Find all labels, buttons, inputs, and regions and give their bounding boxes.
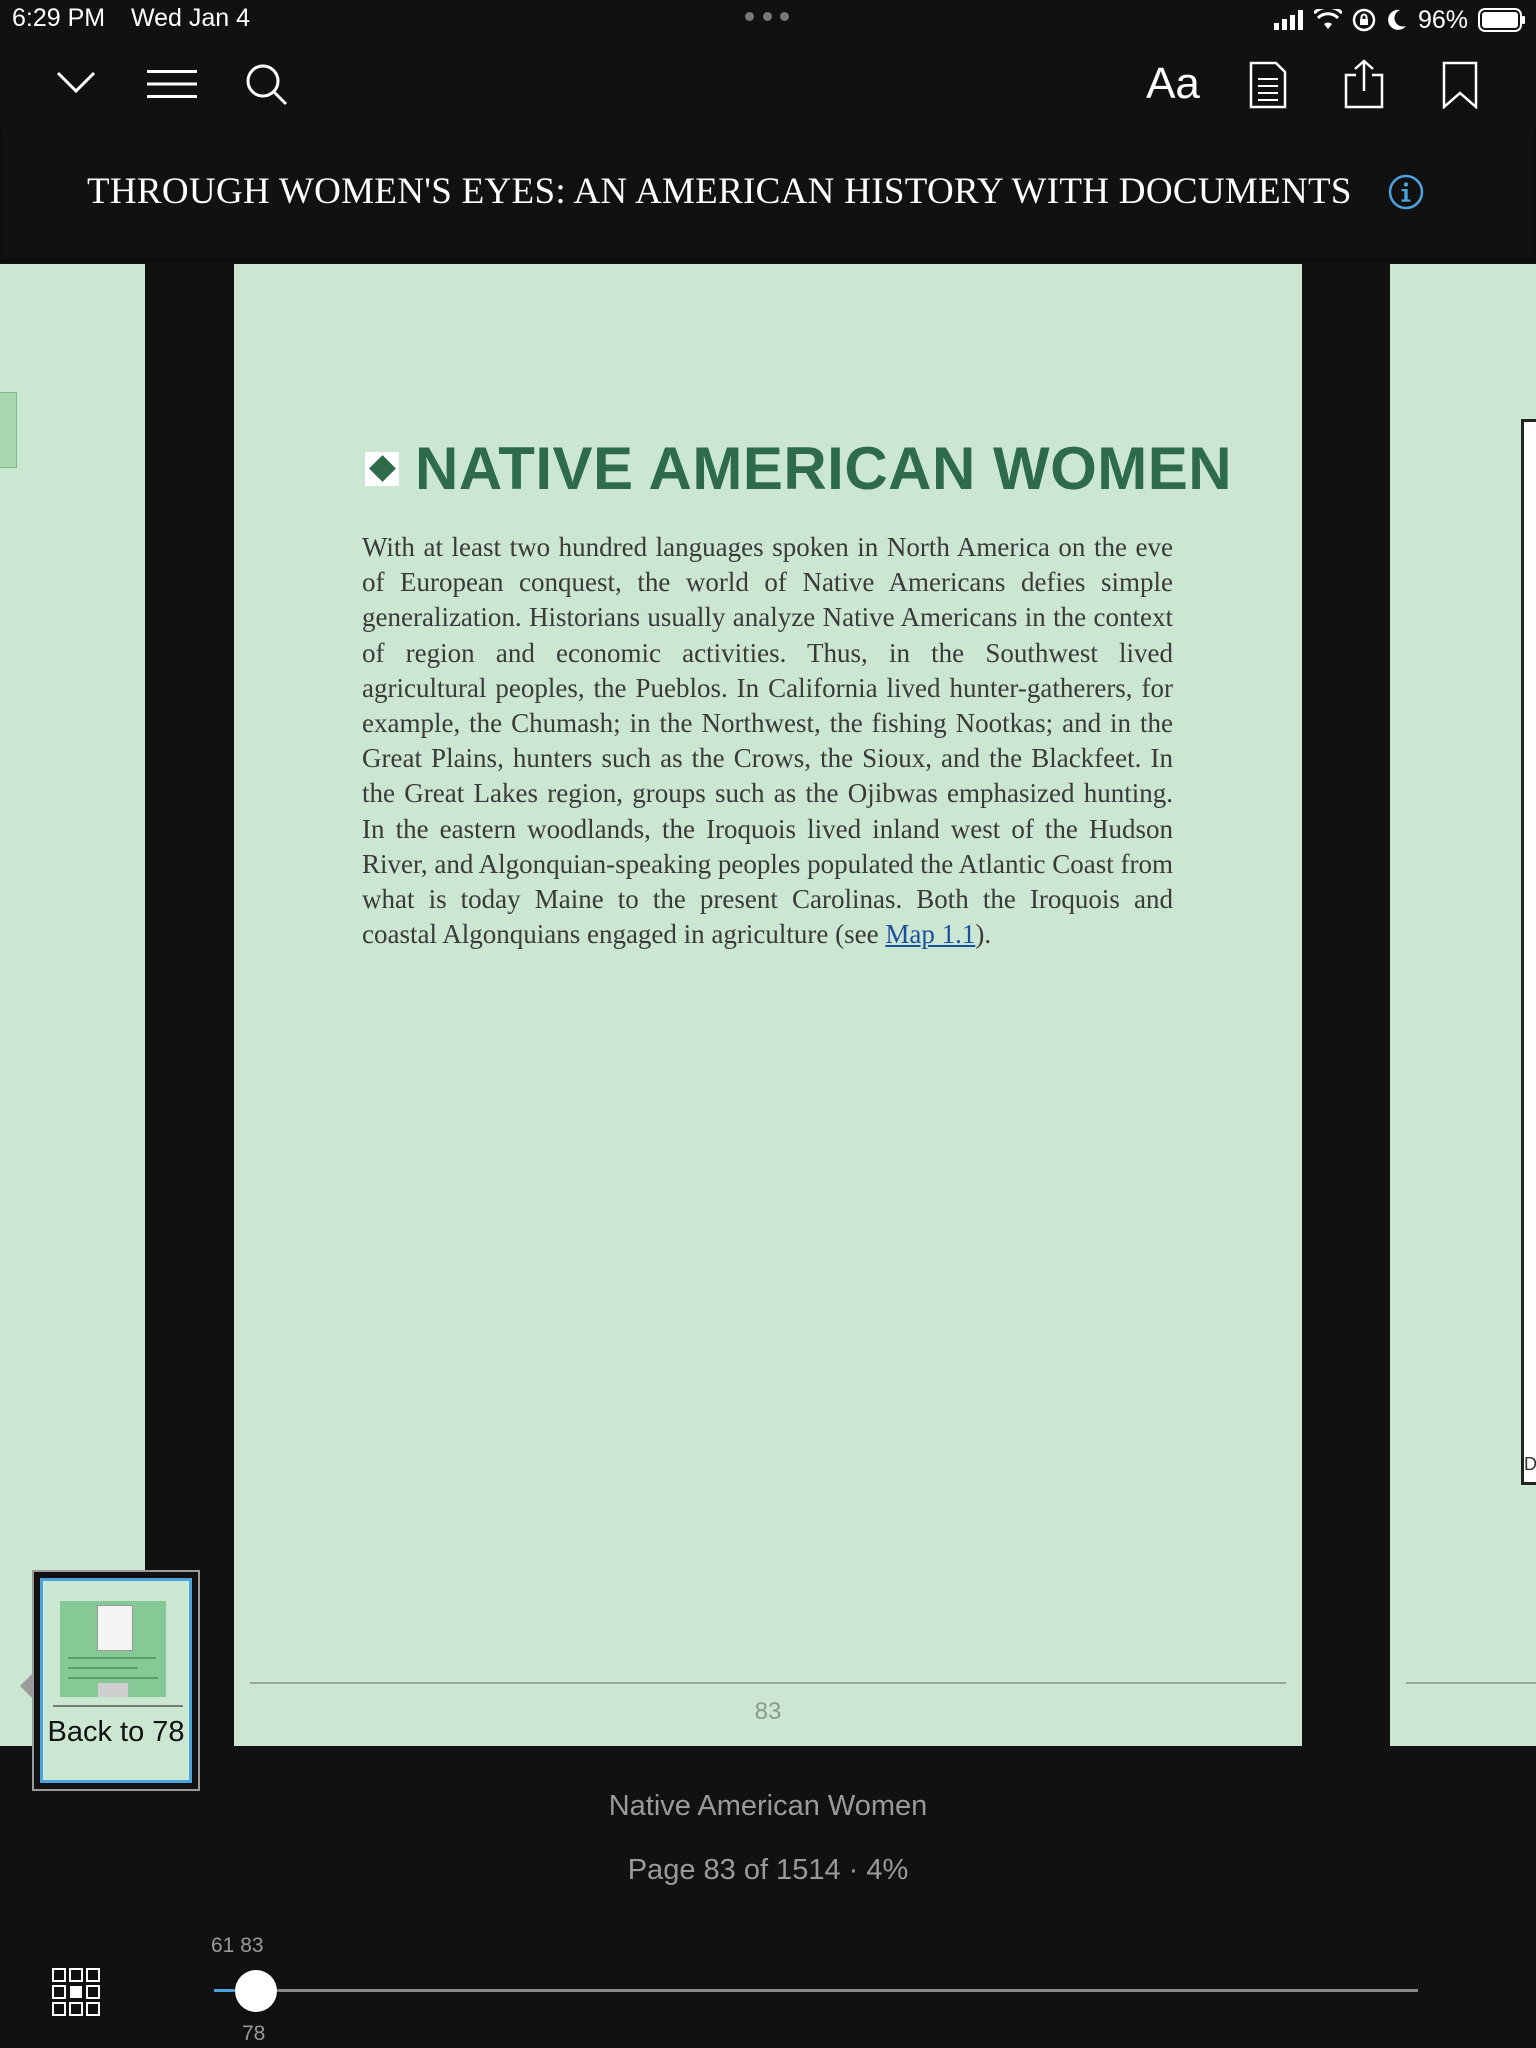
document-icon[interactable] <box>1248 60 1288 110</box>
search-icon[interactable] <box>244 62 288 106</box>
book-title-header: THROUGH WOMEN'S EYES: AN AMERICAN HISTOR… <box>0 128 1536 262</box>
chevron-down-icon[interactable] <box>56 66 96 98</box>
next-page-text-fragment: D <box>1524 1454 1536 1474</box>
font-settings-button[interactable]: Aa <box>1142 58 1204 110</box>
body-text-end: ). <box>975 919 992 950</box>
slider-page-markers: 61 83 <box>211 1934 264 1957</box>
status-date: Wed Jan 4 <box>131 4 251 32</box>
chapter-heading-row: NATIVE AMERICAN WOMEN <box>365 434 1232 503</box>
chapter-heading: NATIVE AMERICAN WOMEN <box>415 435 1233 502</box>
bookmark-icon[interactable] <box>1442 60 1478 110</box>
battery-percentage: 96% <box>1417 5 1468 34</box>
reader-toolbar: Aa <box>0 40 1536 128</box>
battery-icon <box>1478 8 1525 32</box>
current-chapter-title: Native American Women <box>608 1790 928 1822</box>
body-text-main: With at least two hundred languages spok… <box>362 532 1174 950</box>
status-time: 6:29 PM <box>12 4 106 32</box>
back-to-page-label: Back to 78 <box>47 1716 185 1748</box>
back-to-page-card[interactable]: Back to 78 <box>40 1578 192 1783</box>
previous-page[interactable] <box>0 264 145 1746</box>
thumbnail-text-line <box>68 1667 138 1669</box>
map-link[interactable]: Map 1.1 <box>885 919 975 949</box>
cellular-signal-icon <box>1273 10 1303 30</box>
page-tab-marker <box>0 392 17 468</box>
do-not-disturb-moon-icon <box>1388 9 1406 30</box>
page-footer-rule <box>1406 1682 1536 1684</box>
page-number: 83 <box>754 1698 782 1725</box>
thumbnail-text-line <box>68 1657 156 1659</box>
page-slider-thumb[interactable] <box>235 1970 277 2012</box>
popup-divider <box>53 1705 183 1707</box>
status-indicators: 96% <box>1273 5 1526 35</box>
info-icon[interactable] <box>1388 174 1424 215</box>
wifi-icon <box>1313 9 1342 29</box>
page-progress-status: Page 83 of 1514 · 4% <box>627 1854 909 1886</box>
diamond-bullet-icon <box>365 451 399 486</box>
slider-back-marker: 78 <box>242 2022 266 2045</box>
hamburger-icon[interactable] <box>146 68 198 100</box>
book-title: THROUGH WOMEN'S EYES: AN AMERICAN HISTOR… <box>87 171 1352 212</box>
page-footer-rule <box>250 1682 1286 1684</box>
multitasking-dots-icon[interactable] <box>745 12 789 24</box>
back-to-page-button[interactable]: Back to 78 <box>32 1570 200 1791</box>
page-slider-track[interactable] <box>214 1989 1418 1992</box>
body-paragraph: With at least two hundred languages spok… <box>362 530 1173 952</box>
figure-frame <box>1521 419 1536 1485</box>
thumbnail-portrait-image <box>97 1605 133 1651</box>
share-icon[interactable] <box>1344 58 1384 110</box>
next-page[interactable]: D <box>1390 264 1536 1746</box>
grid-icon[interactable] <box>52 1968 100 2021</box>
current-page[interactable]: NATIVE AMERICAN WOMEN With at least two … <box>234 264 1302 1746</box>
thumbnail-bottom-image <box>98 1683 128 1697</box>
thumbnail-text-line <box>68 1677 158 1679</box>
page-thumbnail <box>60 1601 166 1697</box>
status-bar: 6:29 PM Wed Jan 4 96% <box>0 0 1536 40</box>
orientation-lock-icon <box>1352 8 1376 32</box>
